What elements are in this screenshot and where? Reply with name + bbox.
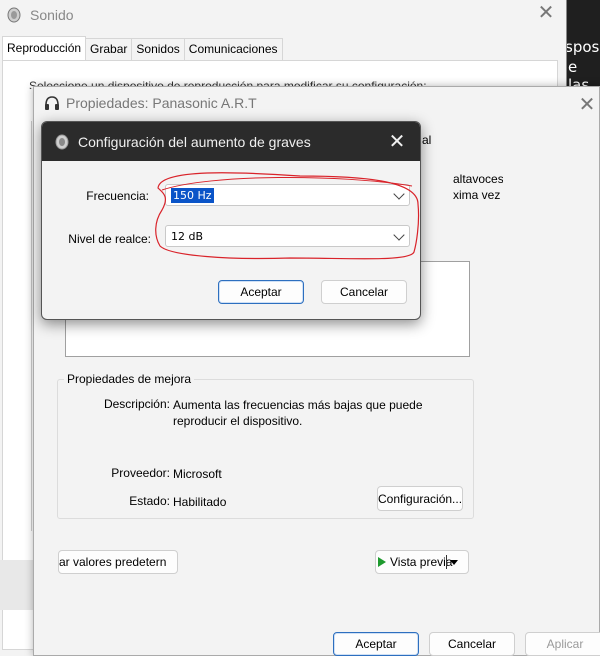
tab-reproduccion[interactable]: Reproducción xyxy=(2,36,87,60)
close-icon[interactable]: ✕ xyxy=(572,89,600,119)
properties-info-line-1: altavoces xyxy=(453,172,503,186)
tab-grabar[interactable]: Grabar xyxy=(85,38,133,62)
close-icon[interactable]: ✕ xyxy=(531,0,561,27)
preview-label: Vista previa xyxy=(390,555,453,569)
play-icon xyxy=(378,557,386,567)
boost-level-select[interactable]: 12 dB xyxy=(165,225,410,247)
provider-key: Proveedor: xyxy=(111,466,170,480)
headphones-icon xyxy=(45,96,59,110)
frequency-label: Frecuencia: xyxy=(86,189,149,203)
restore-defaults-label: ar valores predetern xyxy=(59,555,167,569)
sound-titlebar: Sonido ✕ xyxy=(0,0,566,30)
description-key: Descripción: xyxy=(103,397,170,411)
provider-value: Microsoft xyxy=(173,467,222,481)
speaker-icon xyxy=(55,134,69,149)
tab-sonidos[interactable]: Sonidos xyxy=(131,38,185,62)
description-value: Aumenta las frecuencias más bajas que pu… xyxy=(173,398,423,428)
bass-boost-dialog: Configuración del aumento de graves ✕ Fr… xyxy=(41,121,421,320)
split-divider xyxy=(446,555,448,569)
state-value: Habilitado xyxy=(173,495,227,509)
enhancement-properties-group: Propiedades de mejora Descripción: Aumen… xyxy=(57,372,474,519)
bass-boost-titlebar: Configuración del aumento de graves ✕ xyxy=(42,122,420,161)
background-text-right-1: sposi xyxy=(565,38,600,56)
bass-boost-title: Configuración del aumento de graves xyxy=(78,133,311,150)
configuration-button[interactable]: Configuración... xyxy=(377,486,463,511)
properties-window-title: Propiedades: Panasonic A.R.T xyxy=(66,95,257,111)
cancel-button[interactable]: Cancelar xyxy=(429,632,515,656)
properties-info-text: altavoces xima vez xyxy=(453,171,503,203)
group-title: Propiedades de mejora xyxy=(64,372,195,386)
restore-defaults-button[interactable]: ar valores predetern xyxy=(58,550,178,574)
boost-level-value: 12 dB xyxy=(171,229,204,243)
tab-comunicaciones[interactable]: Comunicaciones xyxy=(183,38,283,62)
preview-button[interactable]: Vista previa xyxy=(375,550,469,574)
accept-button[interactable]: Aceptar xyxy=(333,632,419,656)
dialog-accept-button[interactable]: Aceptar xyxy=(218,280,304,304)
frequency-select[interactable]: 150 Hz xyxy=(165,184,410,206)
state-key: Estado: xyxy=(129,494,170,508)
properties-titlebar: Propiedades: Panasonic A.R.T ✕ xyxy=(34,87,599,119)
close-icon[interactable]: ✕ xyxy=(382,126,412,156)
chevron-down-icon[interactable] xyxy=(450,559,459,565)
boost-level-label: Nivel de realce: xyxy=(68,232,151,246)
chevron-down-icon xyxy=(393,188,405,200)
sound-window-title: Sonido xyxy=(30,7,74,23)
apply-button[interactable]: Aplicar xyxy=(525,632,600,656)
sound-tabs: Reproducción Grabar Sonidos Comunicacion… xyxy=(2,36,283,62)
speaker-icon xyxy=(7,7,21,23)
dialog-cancel-button[interactable]: Cancelar xyxy=(321,280,407,304)
frequency-value: 150 Hz xyxy=(171,187,214,203)
properties-tab-partial[interactable]: al xyxy=(422,133,432,151)
properties-info-line-2: xima vez xyxy=(453,188,501,202)
